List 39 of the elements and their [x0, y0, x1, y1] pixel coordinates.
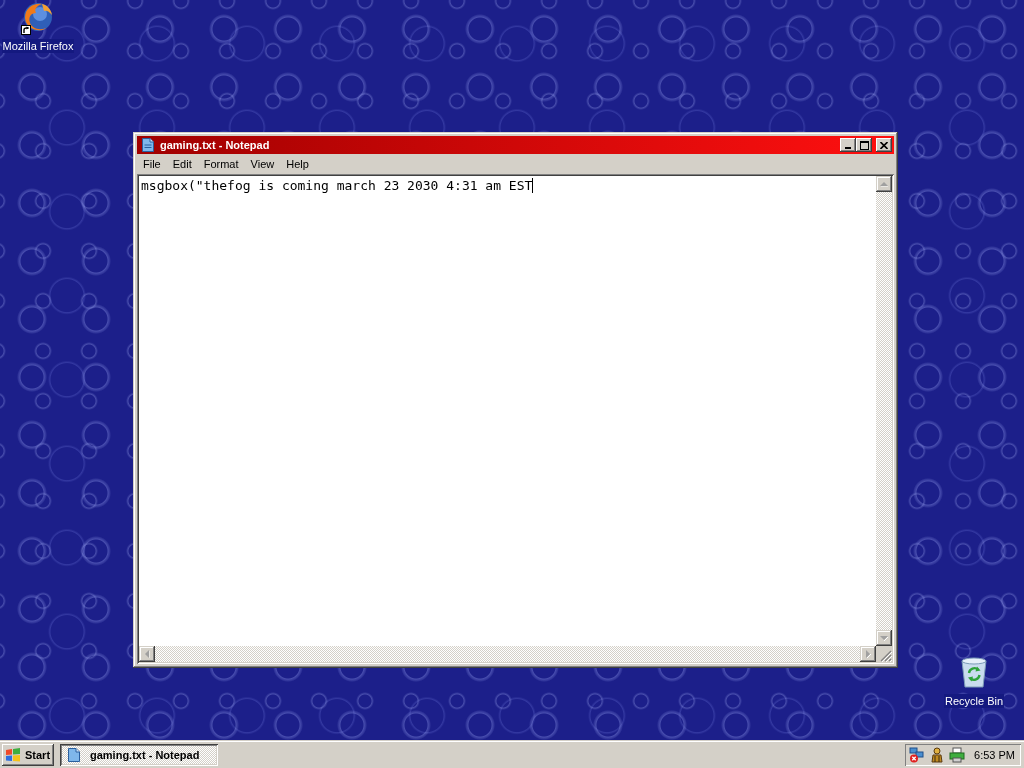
menu-item[interactable]: Help: [280, 156, 315, 173]
left-triangle-icon: [144, 650, 150, 658]
menu-item[interactable]: View: [244, 156, 281, 173]
menu-item[interactable]: Edit: [166, 156, 198, 173]
document-icon: [140, 137, 156, 153]
trash-bin-icon: [959, 656, 989, 689]
up-triangle-icon: [880, 181, 888, 187]
scroll-down-button[interactable]: [876, 630, 892, 646]
start-button[interactable]: Start: [2, 744, 54, 766]
menu-item[interactable]: Format: [197, 156, 245, 173]
person-icon[interactable]: [929, 747, 945, 763]
down-triangle-icon: [880, 635, 888, 641]
vertical-scrollbar[interactable]: [876, 176, 892, 646]
desktop-icon-label[interactable]: Recycle Bin: [943, 694, 1005, 708]
window-title: gaming.txt - Notepad: [160, 137, 270, 153]
document-text: msgbox("thefog is coming march 23 2030 4:31 am EST: [141, 178, 533, 193]
maximize-button[interactable]: [856, 138, 872, 152]
printer-icon[interactable]: [949, 747, 965, 763]
scroll-right-button[interactable]: [860, 646, 876, 662]
horizontal-scrollbar[interactable]: [139, 646, 876, 662]
right-triangle-icon: [865, 650, 871, 658]
taskbar-window-button[interactable]: gaming.txt - Notepad: [60, 744, 218, 766]
network-warning-icon[interactable]: [909, 747, 925, 763]
close-icon: [880, 141, 888, 149]
text-cursor: [532, 178, 534, 193]
minimize-icon: [845, 147, 851, 149]
text-editor-field[interactable]: msgbox("thefog is coming march 23 2030 4:31 am EST: [139, 176, 876, 646]
clock-time: 6:53 PM: [974, 747, 1015, 763]
close-button[interactable]: [876, 138, 892, 152]
resize-grip-icon[interactable]: [880, 650, 892, 662]
desktop-icon-label[interactable]: Mozilla Firefox: [1, 39, 75, 53]
minimize-button[interactable]: [840, 138, 856, 152]
document-icon: [66, 747, 82, 763]
flag-icon: [5, 748, 21, 762]
globe-icon: [22, 1, 54, 33]
scroll-left-button[interactable]: [139, 646, 155, 662]
maximize-icon: [859, 140, 869, 150]
scroll-up-button[interactable]: [876, 176, 892, 192]
menu-item[interactable]: File: [137, 156, 167, 173]
